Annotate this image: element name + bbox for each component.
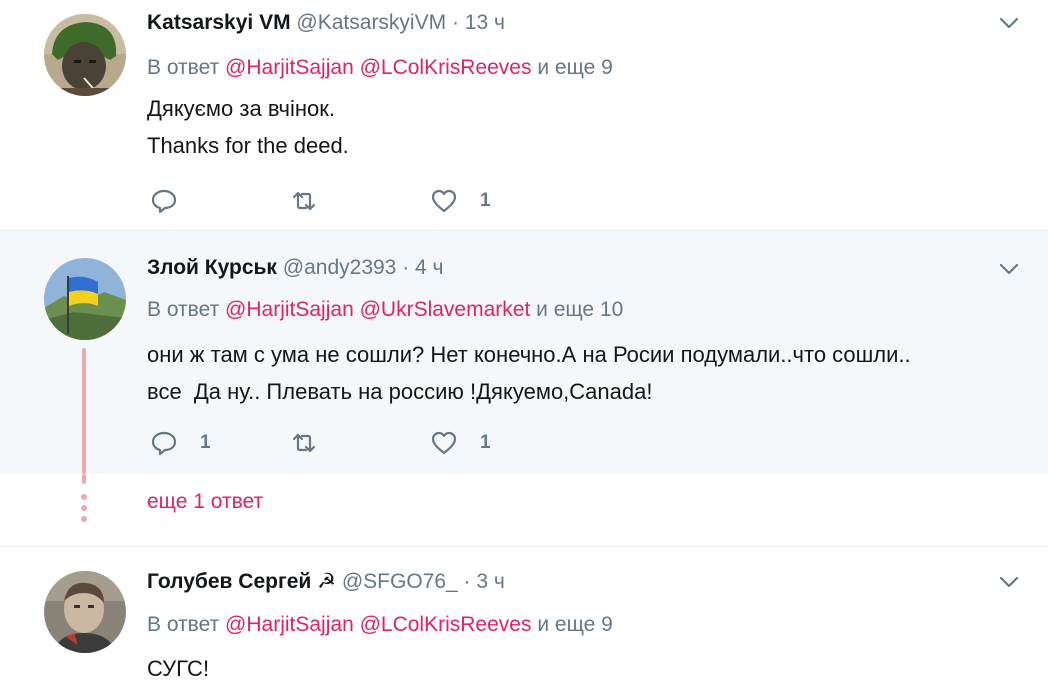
mention-link[interactable]: @UkrSlavemarket bbox=[360, 298, 531, 321]
heart-icon bbox=[431, 431, 457, 455]
user-handle[interactable]: @andy2393 bbox=[283, 256, 397, 279]
avatar[interactable] bbox=[44, 571, 126, 653]
reply-prefix: В ответ bbox=[147, 298, 220, 321]
tweet-header: Голубев Сергей ☭ @SFGO76_ · 3 ч bbox=[147, 569, 505, 594]
tweet-text: Дякуємо за вчінок. Thanks for the deed. bbox=[147, 96, 349, 158]
user-name[interactable]: Злой Курськ bbox=[147, 256, 277, 279]
show-more-replies[interactable]: еще 1 ответ bbox=[0, 474, 1048, 547]
tweet-text: СУГС! bbox=[147, 656, 210, 681]
reply-suffix[interactable]: и еще 9 bbox=[537, 56, 612, 79]
reply-count: 1 bbox=[200, 432, 211, 453]
tweet-header: Katsarskyi VM @KatsarskyiVM · 13 ч bbox=[147, 11, 505, 35]
user-name[interactable]: Голубев Сергей ☭ bbox=[147, 570, 336, 593]
tweet-header: Злой Курськ @andy2393 · 4 ч bbox=[147, 256, 444, 280]
reply-suffix[interactable]: и еще 10 bbox=[536, 298, 623, 321]
like-count: 1 bbox=[480, 190, 491, 211]
thread-dots bbox=[81, 494, 87, 527]
chevron-down-icon[interactable] bbox=[998, 571, 1020, 593]
mention-link[interactable]: @HarjitSajjan bbox=[225, 56, 354, 79]
chevron-down-icon[interactable] bbox=[998, 258, 1020, 280]
mention-link[interactable]: @HarjitSajjan bbox=[225, 613, 354, 636]
mention-link[interactable]: @HarjitSajjan bbox=[225, 298, 354, 321]
user-name[interactable]: Katsarskyi VM bbox=[147, 11, 291, 34]
separator-dot: · bbox=[463, 570, 471, 593]
retweet-button[interactable] bbox=[290, 186, 340, 216]
tweet[interactable]: Голубев Сергей ☭ @SFGO76_ · 3 ч В ответ … bbox=[0, 547, 1048, 681]
separator-dot: · bbox=[402, 256, 410, 279]
avatar[interactable] bbox=[44, 14, 126, 96]
tweet-text: они ж там с ума не сошли? Нет конечно.А … bbox=[147, 342, 911, 404]
mention-link[interactable]: @LColKrisReeves bbox=[360, 56, 532, 79]
reply-icon bbox=[151, 431, 177, 456]
tweet[interactable]: Katsarskyi VM @KatsarskyiVM · 13 ч В отв… bbox=[0, 0, 1048, 231]
timestamp[interactable]: 3 ч bbox=[476, 570, 504, 593]
timestamp[interactable]: 4 ч bbox=[415, 256, 443, 279]
reply-context: В ответ @HarjitSajjan @LColKrisReeves и … bbox=[147, 613, 613, 637]
reply-prefix: В ответ bbox=[147, 613, 220, 636]
like-button[interactable]: 1 bbox=[430, 428, 491, 458]
like-button[interactable]: 1 bbox=[430, 186, 491, 216]
thread-line bbox=[82, 474, 86, 484]
reply-button[interactable]: 1 bbox=[150, 428, 211, 458]
reply-context: В ответ @HarjitSajjan @LColKrisReeves и … bbox=[147, 56, 613, 80]
user-handle[interactable]: @KatsarskyiVM bbox=[296, 11, 446, 34]
more-replies-link[interactable]: еще 1 ответ bbox=[147, 490, 263, 514]
user-handle[interactable]: @SFGO76_ bbox=[342, 570, 458, 593]
thread-line bbox=[82, 348, 86, 474]
like-count: 1 bbox=[480, 432, 491, 453]
reply-context: В ответ @HarjitSajjan @UkrSlavemarket и … bbox=[147, 298, 623, 322]
mention-link[interactable]: @LColKrisReeves bbox=[360, 613, 532, 636]
reply-button[interactable] bbox=[150, 186, 200, 216]
retweet-icon bbox=[292, 433, 316, 453]
reply-prefix: В ответ bbox=[147, 56, 220, 79]
reply-icon bbox=[151, 189, 177, 214]
retweet-icon bbox=[292, 191, 316, 211]
chevron-down-icon[interactable] bbox=[998, 12, 1020, 34]
separator-dot: · bbox=[451, 11, 459, 34]
avatar[interactable] bbox=[44, 258, 126, 340]
reply-suffix[interactable]: и еще 9 bbox=[537, 613, 612, 636]
retweet-button[interactable] bbox=[290, 428, 340, 458]
heart-icon bbox=[431, 189, 457, 213]
timestamp[interactable]: 13 ч bbox=[465, 11, 505, 34]
tweet[interactable]: Злой Курськ @andy2393 · 4 ч В ответ @Har… bbox=[0, 231, 1048, 474]
